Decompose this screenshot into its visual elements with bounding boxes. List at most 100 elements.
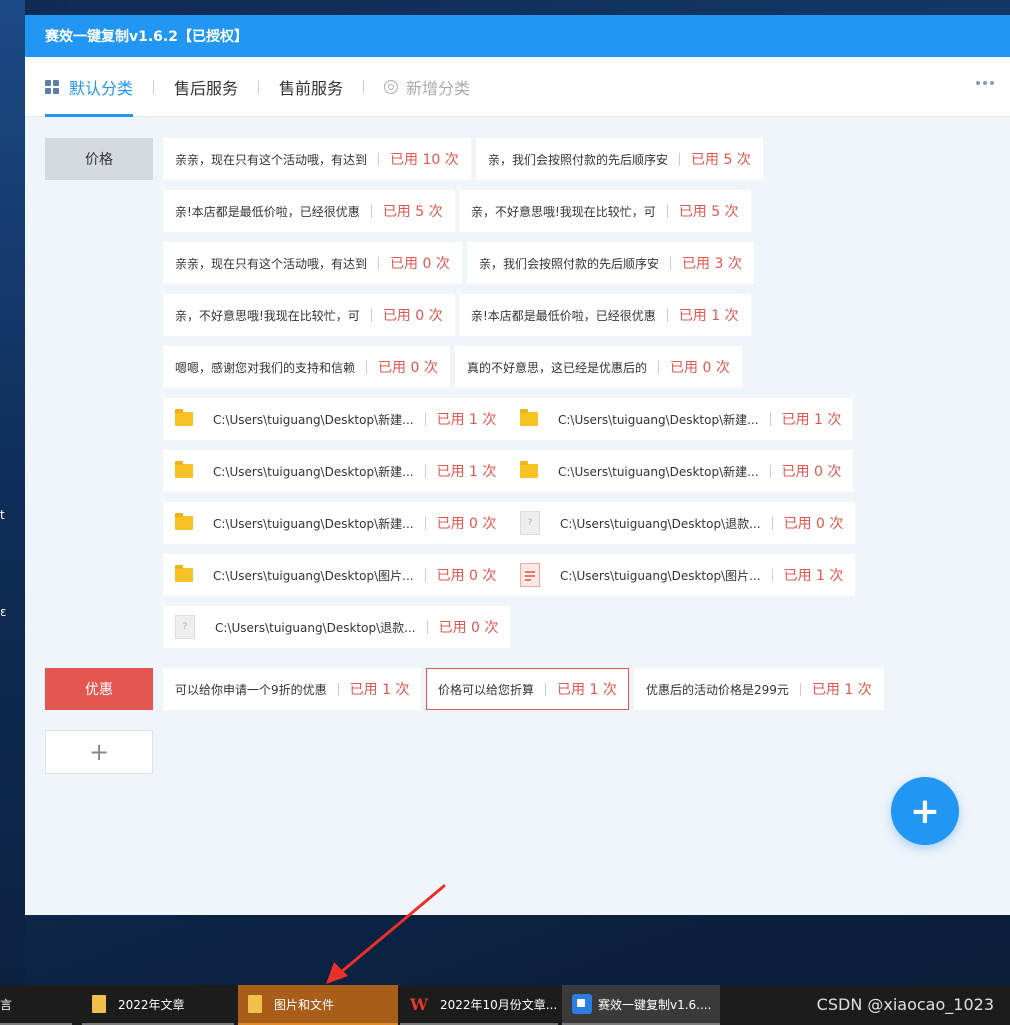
category-price-button[interactable]: 价格 <box>45 138 153 180</box>
taskbar-item-wps-doc[interactable]: W 2022年10月份文章... <box>400 985 558 1025</box>
desktop-text-fragment: t <box>0 508 5 522</box>
phrase-chip[interactable]: 亲!本店都是最低价啦，已经很优惠 已用 1 次 <box>459 294 751 336</box>
usage-count: 已用 1 次 <box>349 682 410 698</box>
file-path: C:\Users\tuiguang\Desktop\退款... <box>560 516 761 531</box>
taskbar-label: 赛效一键复制v1.6.... <box>598 997 712 1012</box>
usage-count: 已用 0 次 <box>781 464 842 480</box>
phrase-chip[interactable]: 真的不好意思，这已经是优惠后的 已用 0 次 <box>455 346 742 388</box>
phrase-text: 亲亲，现在只有这个活动哦，有达到 <box>175 256 368 271</box>
folder-icon <box>175 461 193 478</box>
file-chip[interactable]: ? C:\Users\tuiguang\Desktop\退款... 已用 0 次 <box>508 502 856 544</box>
more-options-icon[interactable] <box>976 81 994 85</box>
phrase-chip[interactable]: 亲，我们会按照付款的先后顺序安 已用 5 次 <box>476 138 763 180</box>
phrase-chip[interactable]: 优惠后的活动价格是299元 已用 1 次 <box>634 668 884 710</box>
unknown-file-icon: ? <box>175 615 195 639</box>
title-bar: 赛效一键复制v1.6.2【已授权】 <box>25 15 1010 57</box>
file-chip[interactable]: C:\Users\tuiguang\Desktop\新建... 已用 1 次 <box>163 450 509 492</box>
usage-count: 已用 3 次 <box>682 256 742 272</box>
file-chip[interactable]: ? C:\Users\tuiguang\Desktop\退款... 已用 0 次 <box>163 606 511 648</box>
usage-count: 已用 0 次 <box>378 360 438 376</box>
annotation-arrow <box>326 884 446 984</box>
usage-count: 已用 1 次 <box>436 412 497 428</box>
usage-count: 已用 5 次 <box>382 204 443 220</box>
phrase-chip[interactable]: 亲亲，现在只有这个活动哦，有达到 已用 0 次 <box>163 242 462 284</box>
usage-count: 已用 5 次 <box>678 204 739 220</box>
usage-count: 已用 5 次 <box>691 152 751 168</box>
tab-add-category[interactable]: 新增分类 <box>384 57 470 117</box>
folder-icon <box>520 461 538 478</box>
tab-default-category[interactable]: 默认分类 <box>45 57 134 117</box>
phrase-chip[interactable]: 可以给你申请一个9折的优惠 已用 1 次 <box>163 668 422 710</box>
file-chip[interactable]: C:\Users\tuiguang\Desktop\新建... 已用 1 次 <box>163 398 509 440</box>
add-circle-icon <box>384 79 399 94</box>
phrase-chip[interactable]: 亲亲，现在只有这个活动哦，有达到 已用 10 次 <box>163 138 471 180</box>
phrase-chip[interactable]: 亲!本店都是最低价啦，已经很优惠 已用 5 次 <box>163 190 455 232</box>
tab-label: 售后服务 <box>174 78 239 98</box>
file-chip[interactable]: C:\Users\tuiguang\Desktop\图片... 已用 0 次 <box>163 554 509 596</box>
taskbar-item-images-folder[interactable]: 图片和文件 <box>238 985 398 1025</box>
tab-divider <box>363 79 365 94</box>
taskbar-item-articles-folder[interactable]: 2022年文章 <box>82 985 234 1025</box>
usage-count: 已用 0 次 <box>436 568 497 584</box>
file-path: C:\Users\tuiguang\Desktop\退款... <box>215 620 416 635</box>
taskbar-label: 言 <box>0 997 13 1012</box>
category-tabs: 默认分类 售后服务 售前服务 新增分类 <box>25 57 1010 117</box>
usage-count: 已用 1 次 <box>811 682 872 698</box>
phrase-text: 亲，不好意思哦!我现在比较忙，可 <box>471 204 656 219</box>
phrase-chip-selected[interactable]: 价格可以给您折算 已用 1 次 <box>426 668 629 710</box>
file-chip[interactable]: C:\Users\tuiguang\Desktop\新建... 已用 0 次 <box>163 502 509 544</box>
tab-pre-sales[interactable]: 售前服务 <box>279 57 343 117</box>
usage-count: 已用 0 次 <box>382 308 443 324</box>
phrase-text: 亲，我们会按照付款的先后顺序安 <box>479 256 660 271</box>
file-path: C:\Users\tuiguang\Desktop\新建... <box>558 412 759 427</box>
folder-icon <box>175 409 193 426</box>
app-window: 赛效一键复制v1.6.2【已授权】 默认分类 售后服务 售前服务 新增分类 价格… <box>25 15 1010 915</box>
file-path: C:\Users\tuiguang\Desktop\图片... <box>560 568 761 583</box>
usage-count: 已用 1 次 <box>783 568 844 584</box>
phrase-chip[interactable]: 亲，不好意思哦!我现在比较忙，可 已用 5 次 <box>459 190 751 232</box>
file-chip[interactable]: C:\Users\tuiguang\Desktop\图片... 已用 1 次 <box>508 554 856 596</box>
usage-count: 已用 1 次 <box>781 412 842 428</box>
desktop-text-fragment: ε <box>0 605 7 619</box>
usage-count: 已用 1 次 <box>557 682 617 698</box>
phrase-text: 真的不好意思，这已经是优惠后的 <box>467 360 648 375</box>
file-chip[interactable]: C:\Users\tuiguang\Desktop\新建... 已用 0 次 <box>508 450 854 492</box>
taskbar-item-copy-app[interactable]: 赛效一键复制v1.6.... <box>562 985 720 1025</box>
tab-divider <box>258 79 260 94</box>
folder-icon <box>92 995 106 1013</box>
csdn-watermark: CSDN @xiaocao_1023 <box>816 995 994 1014</box>
taskbar-item-partial[interactable]: 言 <box>0 985 72 1025</box>
add-phrase-fab[interactable]: + <box>891 777 959 845</box>
usage-count: 已用 0 次 <box>783 516 844 532</box>
usage-count: 已用 10 次 <box>390 152 459 168</box>
phrase-chip[interactable]: 亲，不好意思哦!我现在比较忙，可 已用 0 次 <box>163 294 455 336</box>
taskbar: 言 2022年文章 图片和文件 W 2022年10月份文章... 赛效一键复制v… <box>0 985 1010 1025</box>
usage-count: 已用 0 次 <box>670 360 730 376</box>
phrase-text: 亲亲，现在只有这个活动哦，有达到 <box>175 152 368 167</box>
add-category-button[interactable]: + <box>45 730 153 774</box>
phrase-text: 嗯嗯，感谢您对我们的支持和信赖 <box>175 360 356 375</box>
unknown-file-icon: ? <box>520 511 540 535</box>
file-path: C:\Users\tuiguang\Desktop\新建... <box>213 464 414 479</box>
phrase-text: 优惠后的活动价格是299元 <box>646 682 789 697</box>
tab-label: 新增分类 <box>406 78 471 98</box>
phrase-text: 亲，不好意思哦!我现在比较忙，可 <box>175 308 360 323</box>
phrase-text: 亲!本店都是最低价啦，已经很优惠 <box>471 308 656 323</box>
phrase-chip[interactable]: 嗯嗯，感谢您对我们的支持和信赖 已用 0 次 <box>163 346 450 388</box>
usage-count: 已用 0 次 <box>436 516 497 532</box>
document-icon <box>520 563 540 587</box>
phrase-text: 可以给你申请一个9折的优惠 <box>175 682 327 697</box>
file-path: C:\Users\tuiguang\Desktop\图片... <box>213 568 414 583</box>
tab-label: 售前服务 <box>279 78 344 98</box>
plus-icon: + <box>909 790 941 832</box>
category-discount-button[interactable]: 优惠 <box>45 668 153 710</box>
file-chip[interactable]: C:\Users\tuiguang\Desktop\新建... 已用 1 次 <box>508 398 854 440</box>
category-label: 价格 <box>85 152 113 168</box>
taskbar-label: 图片和文件 <box>274 997 335 1012</box>
tab-after-sales[interactable]: 售后服务 <box>174 57 238 117</box>
taskbar-label: 2022年文章 <box>118 997 185 1012</box>
folder-icon <box>520 409 538 426</box>
phrase-chip[interactable]: 亲，我们会按照付款的先后顺序安 已用 3 次 <box>467 242 754 284</box>
desktop-background: t ε <box>0 0 25 985</box>
usage-count: 已用 1 次 <box>436 464 497 480</box>
